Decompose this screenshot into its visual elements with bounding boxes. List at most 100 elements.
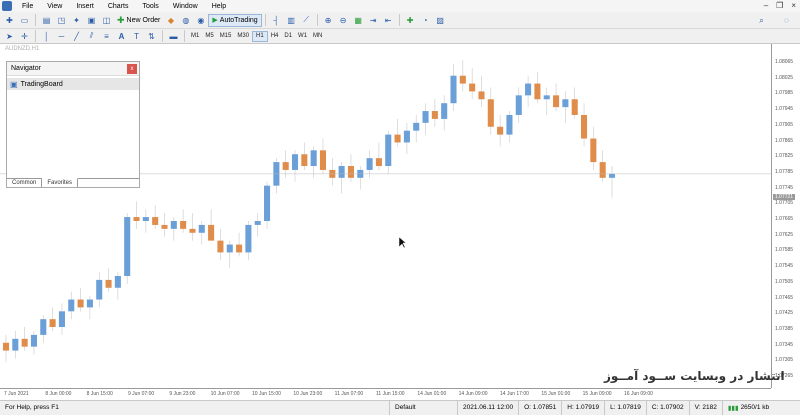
price-tick-label: 1.07905	[775, 121, 794, 128]
connection-bars-icon: ▮▮▮	[727, 404, 739, 412]
timeframe-m30[interactable]: M30	[234, 31, 252, 42]
label-icon[interactable]: T	[130, 30, 143, 43]
menu-charts[interactable]: Charts	[101, 3, 136, 10]
menu-view[interactable]: View	[40, 3, 69, 10]
autotrading-icon: ▶	[212, 17, 218, 24]
candle-bear	[459, 75, 466, 84]
time-tick-label: 14 Jun 09:00	[458, 391, 488, 397]
candle-bear	[77, 299, 84, 308]
candlestick-icon[interactable]: ▥	[285, 14, 298, 27]
indicators-icon[interactable]: ✚	[404, 14, 417, 27]
price-tick-label: 1.07745	[775, 184, 794, 191]
navigator-icon[interactable]: ✦	[70, 14, 83, 27]
time-tick-label: 15 Jun 09:00	[582, 391, 612, 397]
line-studies-toolbar: ➤ ✛ │ ─ ╱ ⫽ ≡ A T ⇅ ▬ M1 M5 M15 M30 H1 H…	[0, 29, 800, 44]
time-tick-label: 14 Jun 17:00	[500, 391, 529, 397]
candle-bear	[180, 221, 187, 229]
navigator-title: Navigator	[11, 65, 41, 72]
new-order-button[interactable]: ✚ New Order	[114, 14, 163, 27]
navigator-tabs: Common Favorites	[7, 178, 139, 187]
menu-tools[interactable]: Tools	[135, 3, 165, 10]
price-tick-label: 1.08025	[775, 74, 794, 81]
candle-bull	[264, 185, 271, 221]
menu-help[interactable]: Help	[205, 3, 233, 10]
candle-bull	[506, 114, 513, 135]
timeframe-h1[interactable]: H1	[252, 30, 268, 42]
templates-icon[interactable]: ▨	[434, 14, 447, 27]
periods-icon[interactable]: ◔	[419, 14, 432, 27]
tile-windows-icon[interactable]: ▦	[352, 14, 365, 27]
timeframe-m5[interactable]: M5	[202, 31, 216, 42]
zoom-out-icon[interactable]: ⊖	[337, 14, 350, 27]
search-icon[interactable]: ⌕	[755, 14, 768, 27]
cursor-icon[interactable]: ➤	[3, 30, 16, 43]
time-axis[interactable]: 7 Jun 2021 8 Jun 00:00 8 Jun 15:00 9 Jun 07…	[0, 388, 771, 400]
status-datetime: 2021.06.11 12:00	[458, 400, 520, 415]
candle-bear	[301, 154, 308, 167]
data-window-icon[interactable]: ◳	[55, 14, 68, 27]
tab-common[interactable]: Common	[7, 179, 43, 187]
timeframe-mn[interactable]: MN	[310, 31, 325, 42]
restore-icon[interactable]: ❐	[776, 1, 783, 10]
periodicity-icon[interactable]: ▬	[167, 30, 180, 43]
minimize-icon[interactable]: –	[764, 1, 768, 10]
candle-bear	[394, 134, 401, 143]
arrows-icon[interactable]: ⇅	[145, 30, 158, 43]
menu-file[interactable]: File	[15, 3, 40, 10]
candle-bull	[515, 95, 522, 115]
vps-icon[interactable]: ◉	[194, 14, 207, 27]
menu-window[interactable]: Window	[166, 3, 205, 10]
terminal-icon[interactable]: ▣	[85, 14, 98, 27]
autotrading-button[interactable]: ▶ AutoTrading	[208, 13, 262, 27]
timeframe-d1[interactable]: D1	[281, 31, 295, 42]
menu-insert[interactable]: Insert	[69, 3, 101, 10]
vertical-line-icon[interactable]: │	[40, 30, 53, 43]
channel-icon[interactable]: ⫽	[85, 30, 98, 43]
timeframe-w1[interactable]: W1	[295, 31, 310, 42]
candle-bull	[198, 224, 205, 233]
timeframe-m1[interactable]: M1	[188, 31, 202, 42]
status-bar: For Help, press F1 Default 2021.06.11 12…	[0, 400, 800, 415]
close-icon[interactable]: ×	[791, 1, 796, 10]
autoscroll-icon[interactable]: ⇥	[367, 14, 380, 27]
separator	[162, 30, 163, 42]
bar-chart-icon[interactable]: ┤	[270, 14, 283, 27]
candle-bull	[114, 275, 121, 288]
signals-icon[interactable]: ◍	[179, 14, 192, 27]
trendline-icon[interactable]: ╱	[70, 30, 83, 43]
crosshair-icon[interactable]: ✛	[18, 30, 31, 43]
candle-bear	[487, 99, 494, 127]
profiles-icon[interactable]: ▭	[18, 14, 31, 27]
separator	[316, 14, 318, 26]
zoom-in-icon[interactable]: ⊕	[322, 14, 335, 27]
candle-bull	[403, 130, 410, 143]
line-chart-icon[interactable]: ⟋	[300, 14, 313, 27]
candle-bull	[86, 299, 93, 308]
timeframe-h4[interactable]: H4	[268, 31, 282, 42]
close-icon[interactable]: x	[127, 63, 137, 74]
navigator-panel: Navigator x ▣ TradingBoard Common Favori…	[6, 61, 140, 188]
price-tick-label: 1.07825	[775, 153, 794, 160]
market-watch-icon[interactable]: ▤	[40, 14, 53, 27]
candle-bull	[68, 299, 75, 312]
fibonacci-icon[interactable]: ≡	[100, 30, 113, 43]
new-chart-icon[interactable]: ✚	[3, 14, 16, 27]
candle-bear	[581, 114, 588, 139]
candle-bear	[375, 158, 382, 167]
metaeditor-icon[interactable]: ◆	[164, 14, 177, 27]
candle-bear	[571, 99, 578, 115]
horizontal-line-icon[interactable]: ─	[55, 30, 68, 43]
status-connection: ▮▮▮ 2650/1 kb	[723, 401, 774, 415]
navigator-item-label: TradingBoard	[20, 80, 63, 88]
text-icon[interactable]: A	[115, 30, 128, 43]
tab-favorites[interactable]: Favorites	[42, 178, 79, 187]
navigator-item-tradingboard[interactable]: ▣ TradingBoard	[7, 78, 139, 90]
chart-shift-icon[interactable]: ⇤	[382, 14, 395, 27]
status-volume: V: 2182	[690, 400, 723, 415]
time-tick-label: 10 Jun 15:00	[252, 391, 281, 397]
candle-bull	[291, 154, 299, 170]
tester-icon[interactable]: ◫	[100, 14, 113, 27]
price-axis[interactable]: 1.08065 1.08025 1.07985 1.07945 1.07905 1.078…	[771, 44, 800, 388]
timeframe-m15[interactable]: M15	[217, 31, 235, 42]
community-icon[interactable]: ◌	[780, 14, 793, 27]
